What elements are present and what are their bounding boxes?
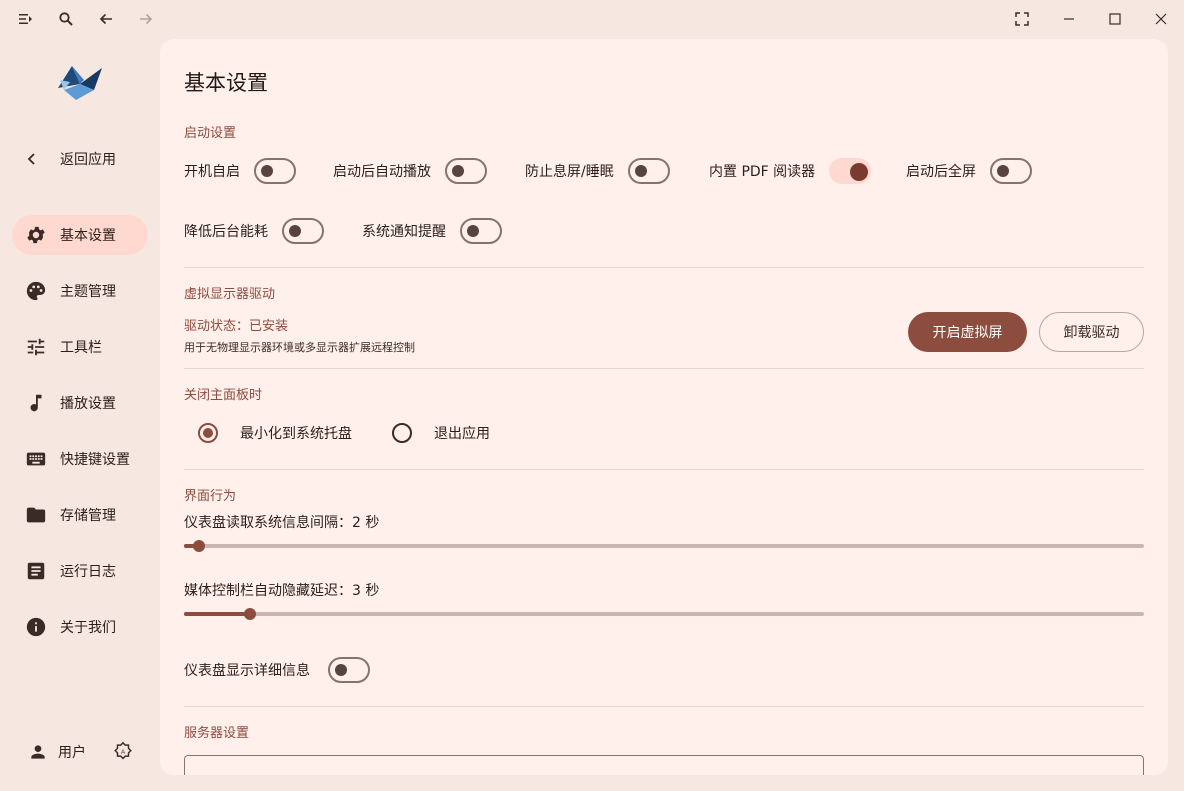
sidebar-item-label: 基本设置 [60,228,116,244]
dashboard-interval-slider[interactable] [184,538,1144,554]
sidebar-item-shortcuts[interactable]: 快捷键设置 [12,439,148,479]
sidebar-item-toolbar[interactable]: 工具栏 [12,327,148,367]
folder-icon [24,503,48,527]
log-icon [24,559,48,583]
radio-label: 退出应用 [434,426,490,442]
person-icon [31,745,45,759]
radio-exit-app[interactable]: 退出应用 [392,421,490,445]
toggle-label: 内置 PDF 阅读器 [709,164,816,180]
slider-track [184,612,1144,616]
sidebar-item-label: 运行日志 [60,564,116,580]
info-icon [24,615,48,639]
divider [184,469,1144,470]
dashboard-interval-label: 仪表盘读取系统信息间隔：2 秒 [184,515,380,531]
palette-icon [24,279,48,303]
ui-behavior-section-label: 界面行为 [184,489,237,504]
toggle-label: 启动后全屏 [906,164,976,180]
driver-description: 用于无物理显示器环境或多显示器扩展远程控制 [184,341,415,354]
toggle-row-fullscreen: 启动后全屏 [906,158,1032,184]
app-logo [54,60,106,104]
toggle-row-notifications: 系统通知提醒 [362,218,502,244]
toggle-row-autoplay: 启动后自动播放 [333,158,487,184]
driver-status: 驱动状态：已安装 [184,319,289,334]
server-address-input[interactable] [184,755,1144,775]
autoplay-toggle[interactable] [445,158,487,184]
toggle-label: 降低后台能耗 [184,224,268,240]
divider [184,706,1144,707]
sidebar-item-label: 工具栏 [60,340,102,356]
toggle-row-dashboard-details: 仪表盘显示详细信息 [184,657,370,683]
sidebar-item-label: 主题管理 [60,284,116,300]
slider-fill [184,612,251,616]
settings-panel: 基本设置 启动设置 开机自启 启动后自动播放 防止息屏/睡眠 内置 PDF 阅读… [160,39,1168,775]
sidebar-item-logs[interactable]: 运行日志 [12,551,148,591]
toggle-row-low-power: 降低后台能耗 [184,218,324,244]
tune-icon [24,335,48,359]
back-to-app-button[interactable]: 返回应用 [24,146,116,172]
menu-collapse-icon[interactable] [13,6,39,32]
uninstall-driver-button[interactable]: 卸载驱动 [1039,312,1144,352]
startup-section-label: 启动设置 [184,126,237,141]
autostart-toggle[interactable] [254,158,296,184]
enable-virtual-screen-button[interactable]: 开启虚拟屏 [908,312,1027,352]
close-icon[interactable] [1148,6,1174,32]
virtual-display-section-label: 虚拟显示器驱动 [184,287,276,302]
notifications-toggle[interactable] [460,218,502,244]
radio-button[interactable] [392,423,412,443]
toggle-label: 系统通知提醒 [362,224,446,240]
media-hide-delay-label: 媒体控制栏自动隐藏延迟：3 秒 [184,583,380,599]
low-power-toggle[interactable] [282,218,324,244]
slider-track [184,544,1144,548]
divider [184,267,1144,268]
sidebar-item-playback[interactable]: 播放设置 [12,383,148,423]
user-button[interactable]: 用户 [28,742,86,762]
slider-thumb[interactable] [193,540,206,552]
user-label: 用户 [58,745,86,761]
sidebar-item-storage[interactable]: 存储管理 [12,495,148,535]
chevron-left-icon [27,153,35,165]
sidebar-item-label: 播放设置 [60,396,116,412]
keyboard-icon [24,447,48,471]
slider-thumb[interactable] [244,608,257,620]
close-panel-section-label: 关闭主面板时 [184,388,263,403]
forward-arrow-icon[interactable] [133,6,159,32]
toggle-row-pdf-reader: 内置 PDF 阅读器 [709,158,872,184]
toggle-label: 仪表盘显示详细信息 [184,663,310,679]
title-bar [0,0,1184,38]
toggle-row-autostart: 开机自启 [184,158,296,184]
dashboard-details-toggle[interactable] [328,657,370,683]
radio-minimize-to-tray[interactable]: 最小化到系统托盘 [198,421,352,445]
divider [184,368,1144,369]
radio-label: 最小化到系统托盘 [240,426,352,442]
maximize-icon[interactable] [1102,6,1128,32]
prevent-sleep-toggle[interactable] [627,158,670,184]
fullscreen-toggle[interactable] [990,158,1032,184]
toggle-row-prevent-sleep: 防止息屏/睡眠 [525,158,670,184]
page-title: 基本设置 [184,71,268,95]
sidebar-item-theme[interactable]: 主题管理 [12,271,148,311]
music-note-icon [24,391,48,415]
search-icon[interactable] [53,6,79,32]
back-arrow-icon[interactable] [93,6,119,32]
sidebar-item-label: 关于我们 [60,620,116,636]
media-hide-delay-slider[interactable] [184,606,1144,622]
theme-settings-icon[interactable]: A [112,741,134,763]
fullscreen-icon[interactable] [1009,6,1035,32]
radio-button[interactable] [198,423,218,443]
sidebar: 返回应用 基本设置 主题管理 工具栏 播放设置 快捷键设置 存储管理 运行日志 … [0,38,160,791]
toggle-label: 启动后自动播放 [333,164,431,180]
sidebar-item-label: 存储管理 [60,508,116,524]
sidebar-item-label: 快捷键设置 [60,452,130,468]
server-section-label: 服务器设置 [184,726,250,741]
toggle-label: 防止息屏/睡眠 [525,164,614,180]
minimize-icon[interactable] [1056,6,1082,32]
back-to-app-label: 返回应用 [60,152,116,168]
svg-text:A: A [121,749,126,756]
sidebar-item-basic-settings[interactable]: 基本设置 [12,215,148,255]
sidebar-item-about[interactable]: 关于我们 [12,607,148,647]
toggle-label: 开机自启 [184,164,240,180]
gear-icon [24,223,48,247]
pdf-reader-toggle[interactable] [829,158,872,184]
